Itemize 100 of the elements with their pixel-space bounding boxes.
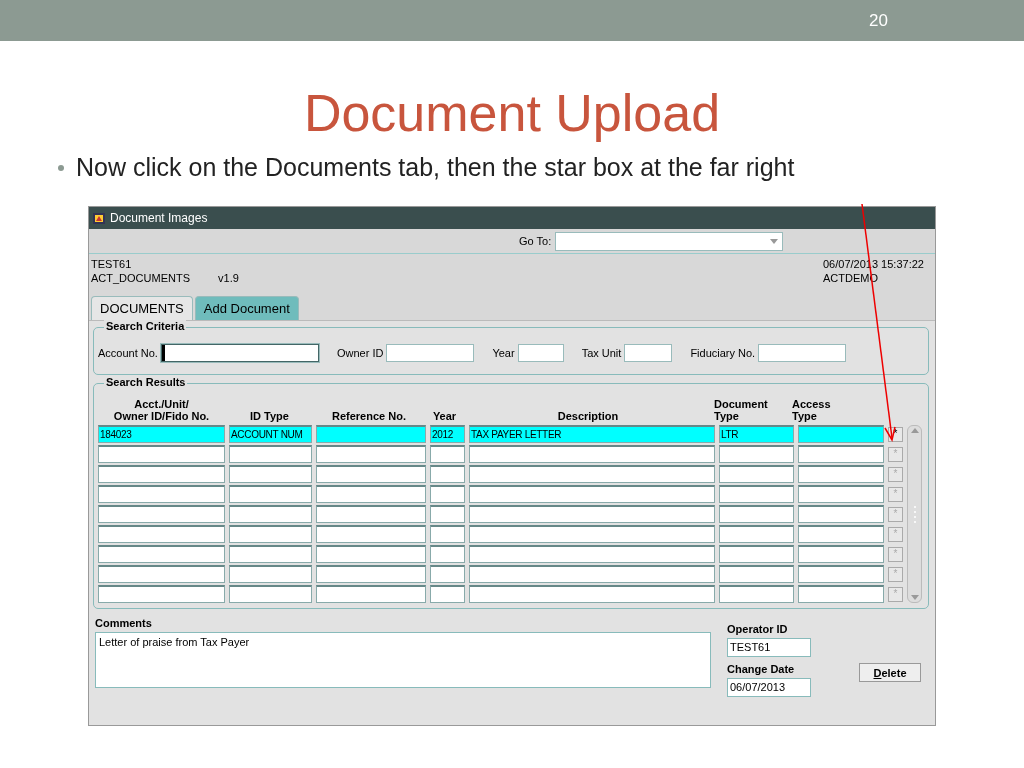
change-date-field[interactable]: 06/07/2013 — [727, 678, 811, 697]
table-cell[interactable] — [98, 485, 225, 503]
comments-label: Comments — [95, 617, 153, 629]
table-cell[interactable] — [316, 505, 426, 523]
table-cell[interactable] — [430, 545, 465, 563]
table-cell[interactable] — [98, 465, 225, 483]
table-cell[interactable] — [430, 505, 465, 523]
form-name: ACT_DOCUMENTS — [91, 272, 190, 284]
table-cell[interactable] — [469, 545, 715, 563]
table-cell[interactable] — [229, 565, 312, 583]
table-cell[interactable] — [430, 565, 465, 583]
scroll-down-icon — [910, 595, 919, 600]
table-cell[interactable] — [719, 465, 794, 483]
field-label: Year — [492, 347, 515, 359]
table-cell[interactable] — [316, 565, 426, 583]
field-label: Account No. — [98, 347, 158, 359]
column-header: Year — [431, 410, 458, 424]
table-cell[interactable] — [798, 425, 884, 443]
table-cell[interactable] — [798, 585, 884, 603]
table-cell[interactable] — [98, 585, 225, 603]
table-cell[interactable] — [229, 465, 312, 483]
caret-icon — [770, 238, 779, 244]
input-field[interactable] — [160, 344, 319, 362]
table-cell[interactable] — [719, 485, 794, 503]
bullet-text: Now click on the Documents tab, then the star box at the far right — [76, 153, 795, 182]
table-cell[interactable] — [719, 445, 794, 463]
column-header: Access Type — [792, 398, 832, 424]
table-cell[interactable] — [798, 545, 884, 563]
table-cell[interactable] — [430, 445, 465, 463]
input-field[interactable] — [517, 344, 564, 362]
table-cell[interactable] — [719, 505, 794, 523]
table-cell[interactable] — [430, 585, 465, 603]
tab[interactable]: Add Document — [194, 296, 299, 320]
table-cell[interactable] — [229, 585, 312, 603]
operator-field[interactable]: TEST61 — [727, 638, 811, 657]
table-cell[interactable]: 184023 — [98, 425, 225, 443]
table-cell[interactable] — [316, 585, 426, 603]
table-cell[interactable] — [798, 525, 884, 543]
table-cell[interactable] — [316, 425, 426, 443]
user-name: TEST61 — [91, 258, 133, 270]
input-field[interactable] — [758, 344, 847, 362]
table-cell[interactable] — [316, 525, 426, 543]
table-cell[interactable] — [719, 565, 794, 583]
table-cell[interactable] — [229, 545, 312, 563]
table-cell[interactable] — [719, 545, 794, 563]
column-header: ID Type — [249, 410, 290, 424]
table-cell[interactable]: ACCOUNT NUM — [229, 425, 312, 443]
table-cell[interactable] — [229, 505, 312, 523]
column-header: Reference No. — [331, 410, 407, 424]
table-cell[interactable] — [798, 445, 884, 463]
table-cell[interactable] — [316, 485, 426, 503]
table-cell[interactable] — [798, 485, 884, 503]
change-date-label: Change Date — [727, 663, 796, 675]
table-cell[interactable] — [98, 565, 225, 583]
table-cell[interactable] — [719, 585, 794, 603]
input-field[interactable] — [624, 344, 673, 362]
input-field[interactable] — [386, 344, 475, 362]
table-cell[interactable] — [98, 525, 225, 543]
app-icon — [92, 211, 106, 225]
field-label: Tax Unit — [581, 347, 622, 359]
table-cell[interactable] — [798, 505, 884, 523]
table-cell[interactable] — [430, 525, 465, 543]
group-title: Search Criteria — [104, 320, 187, 332]
table-cell[interactable]: 2012 — [430, 425, 465, 443]
table-cell[interactable] — [316, 465, 426, 483]
scrollbar[interactable] — [907, 425, 922, 603]
window-title: Document Images — [110, 211, 208, 225]
table-cell[interactable] — [316, 445, 426, 463]
goto-dropdown[interactable] — [555, 231, 784, 251]
table-cell[interactable] — [469, 505, 715, 523]
table-cell[interactable] — [469, 525, 715, 543]
table-cell[interactable] — [469, 445, 715, 463]
table-cell[interactable] — [430, 485, 465, 503]
table-cell[interactable] — [469, 565, 715, 583]
table-cell[interactable] — [98, 505, 225, 523]
table-cell[interactable] — [229, 445, 312, 463]
table-cell[interactable] — [229, 485, 312, 503]
comments-field[interactable]: Letter of praise from Tax Payer — [95, 632, 711, 688]
column-header: Acct./Unit/ Owner ID/Fido No. — [112, 398, 211, 424]
scroll-up-icon — [910, 428, 919, 433]
field-label: Fiduciary No. — [690, 347, 756, 359]
table-cell[interactable] — [469, 465, 715, 483]
table-cell[interactable] — [98, 445, 225, 463]
grip-icon — [911, 503, 918, 525]
form-version: v1.9 — [218, 272, 239, 284]
table-cell[interactable] — [469, 485, 715, 503]
field-label: Owner ID — [336, 347, 384, 359]
table-cell[interactable] — [229, 525, 312, 543]
table-cell[interactable] — [798, 465, 884, 483]
table-cell[interactable] — [469, 585, 715, 603]
table-cell[interactable]: TAX PAYER LETTER — [469, 425, 715, 443]
column-header: Document Type — [714, 398, 769, 424]
delete-button[interactable]: Delete — [859, 663, 921, 682]
tab[interactable]: DOCUMENTS — [91, 296, 193, 320]
table-cell[interactable]: LTR — [719, 425, 794, 443]
table-cell[interactable] — [316, 545, 426, 563]
table-cell[interactable] — [719, 525, 794, 543]
table-cell[interactable] — [798, 565, 884, 583]
table-cell[interactable] — [98, 545, 225, 563]
table-cell[interactable] — [430, 465, 465, 483]
